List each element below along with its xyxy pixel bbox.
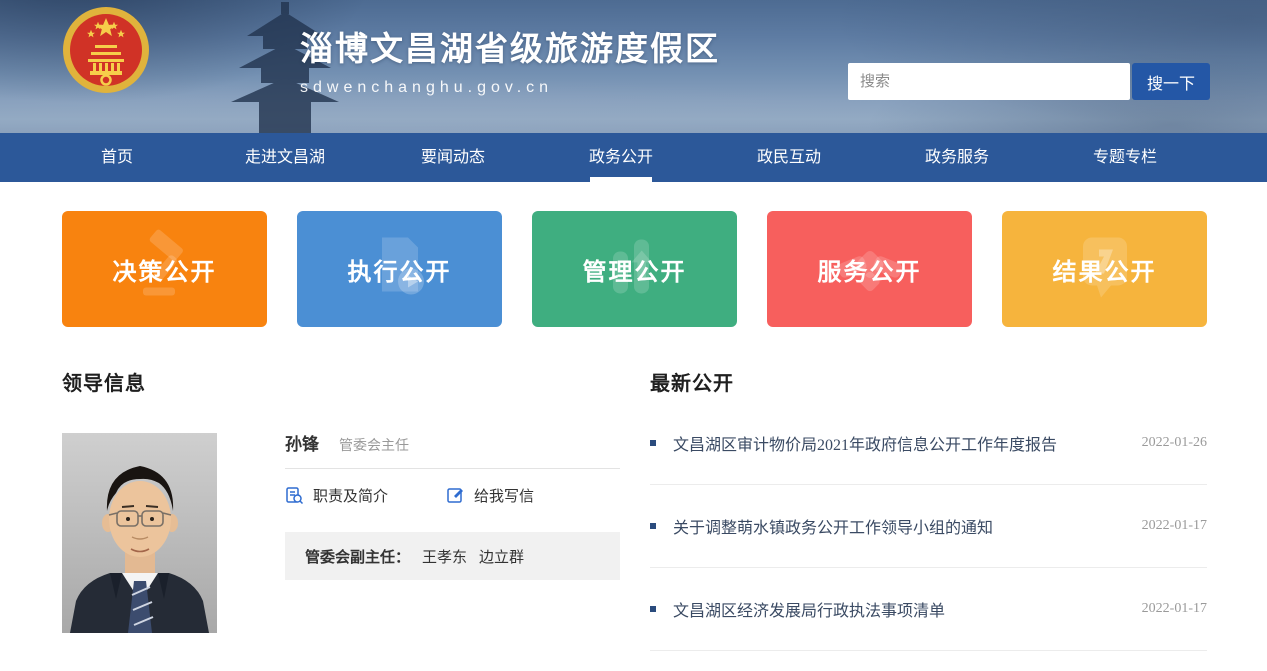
card-label: 决策公开 (113, 252, 217, 287)
nav-item-special-columns[interactable]: 专题专栏 (1041, 133, 1209, 182)
leader-position: 管委会主任 (339, 435, 409, 455)
bullet-icon (650, 440, 656, 446)
section-title-leader: 领导信息 (62, 367, 146, 396)
main-nav-inner: 首页 走进文昌湖 要闻动态 政务公开 政民互动 政务服务 专题专栏 (33, 133, 1209, 182)
site-header: 淄博文昌湖省级旅游度假区 sdwenchanghu.gov.cn 搜一下 (0, 0, 1267, 133)
duties-link[interactable]: 职责及简介 (285, 485, 388, 506)
deputy-directors-box: 管委会副主任： 王孝东 边立群 (285, 532, 620, 580)
national-emblem-logo (62, 6, 150, 94)
leader-name[interactable]: 孙锋 (285, 430, 319, 455)
card-label: 执行公开 (348, 252, 452, 287)
nav-item-home[interactable]: 首页 (33, 133, 201, 182)
card-label: 管理公开 (583, 252, 687, 287)
write-letter-link[interactable]: 给我写信 (446, 485, 534, 506)
leader-links-row: 职责及简介 给我写信 (285, 485, 534, 506)
card-result-disclosure[interactable]: 结果公开 (1002, 211, 1207, 327)
card-label: 服务公开 (818, 252, 922, 287)
card-management-disclosure[interactable]: 管理公开 (532, 211, 737, 327)
leader-name-row: 孙锋 管委会主任 (285, 430, 409, 455)
site-url: sdwenchanghu.gov.cn (300, 79, 720, 97)
nav-item-gov-disclosure[interactable]: 政务公开 (537, 133, 705, 182)
item-date: 2022-01-17 (1142, 601, 1207, 617)
bullet-icon (650, 606, 656, 612)
nav-item-services[interactable]: 政务服务 (873, 133, 1041, 182)
brand-block: 淄博文昌湖省级旅游度假区 sdwenchanghu.gov.cn (300, 22, 720, 97)
page: 淄博文昌湖省级旅游度假区 sdwenchanghu.gov.cn 搜一下 首页 … (0, 0, 1267, 671)
bullet-icon (650, 523, 656, 529)
item-title: 关于调整萌水镇政务公开工作领导小组的通知 (673, 514, 993, 538)
item-title: 文昌湖区审计物价局2021年政府信息公开工作年度报告 (673, 431, 1057, 455)
list-item[interactable]: 文昌湖区审计物价局2021年政府信息公开工作年度报告 2022-01-26 (650, 402, 1207, 485)
leader-photo[interactable] (62, 433, 217, 633)
main-nav: 首页 走进文昌湖 要闻动态 政务公开 政民互动 政务服务 专题专栏 (0, 133, 1267, 182)
item-date: 2022-01-17 (1142, 518, 1207, 534)
nav-item-news[interactable]: 要闻动态 (369, 133, 537, 182)
search-bar: 搜一下 (848, 63, 1210, 100)
search-button[interactable]: 搜一下 (1132, 63, 1210, 100)
duties-link-label: 职责及简介 (313, 485, 388, 506)
write-letter-link-label: 给我写信 (474, 485, 534, 506)
nav-item-interaction[interactable]: 政民互动 (705, 133, 873, 182)
list-item[interactable]: 关于调整萌水镇政务公开工作领导小组的通知 2022-01-17 (650, 485, 1207, 568)
search-input[interactable] (848, 63, 1130, 100)
card-execution-disclosure[interactable]: 执行公开 (297, 211, 502, 327)
latest-disclosure-list: 文昌湖区审计物价局2021年政府信息公开工作年度报告 2022-01-26 关于… (650, 402, 1207, 651)
card-service-disclosure[interactable]: 服务公开 (767, 211, 972, 327)
site-title: 淄博文昌湖省级旅游度假区 (300, 22, 720, 70)
card-decision-disclosure[interactable]: 决策公开 (62, 211, 267, 327)
divider (285, 468, 620, 469)
document-search-icon (285, 486, 304, 505)
section-title-latest: 最新公开 (650, 367, 734, 396)
deputy-label: 管委会副主任： (305, 546, 410, 567)
card-label: 结果公开 (1053, 252, 1157, 287)
compose-icon (446, 486, 465, 505)
deputy-name[interactable]: 王孝东 (422, 546, 467, 567)
list-item[interactable]: 文昌湖区经济发展局行政执法事项清单 2022-01-17 (650, 568, 1207, 651)
item-title: 文昌湖区经济发展局行政执法事项清单 (673, 597, 945, 621)
deputy-name[interactable]: 边立群 (479, 546, 524, 567)
disclosure-cards: 决策公开 执行公开 管理公开 (62, 211, 1207, 327)
nav-item-about[interactable]: 走进文昌湖 (201, 133, 369, 182)
item-date: 2022-01-26 (1142, 435, 1207, 451)
